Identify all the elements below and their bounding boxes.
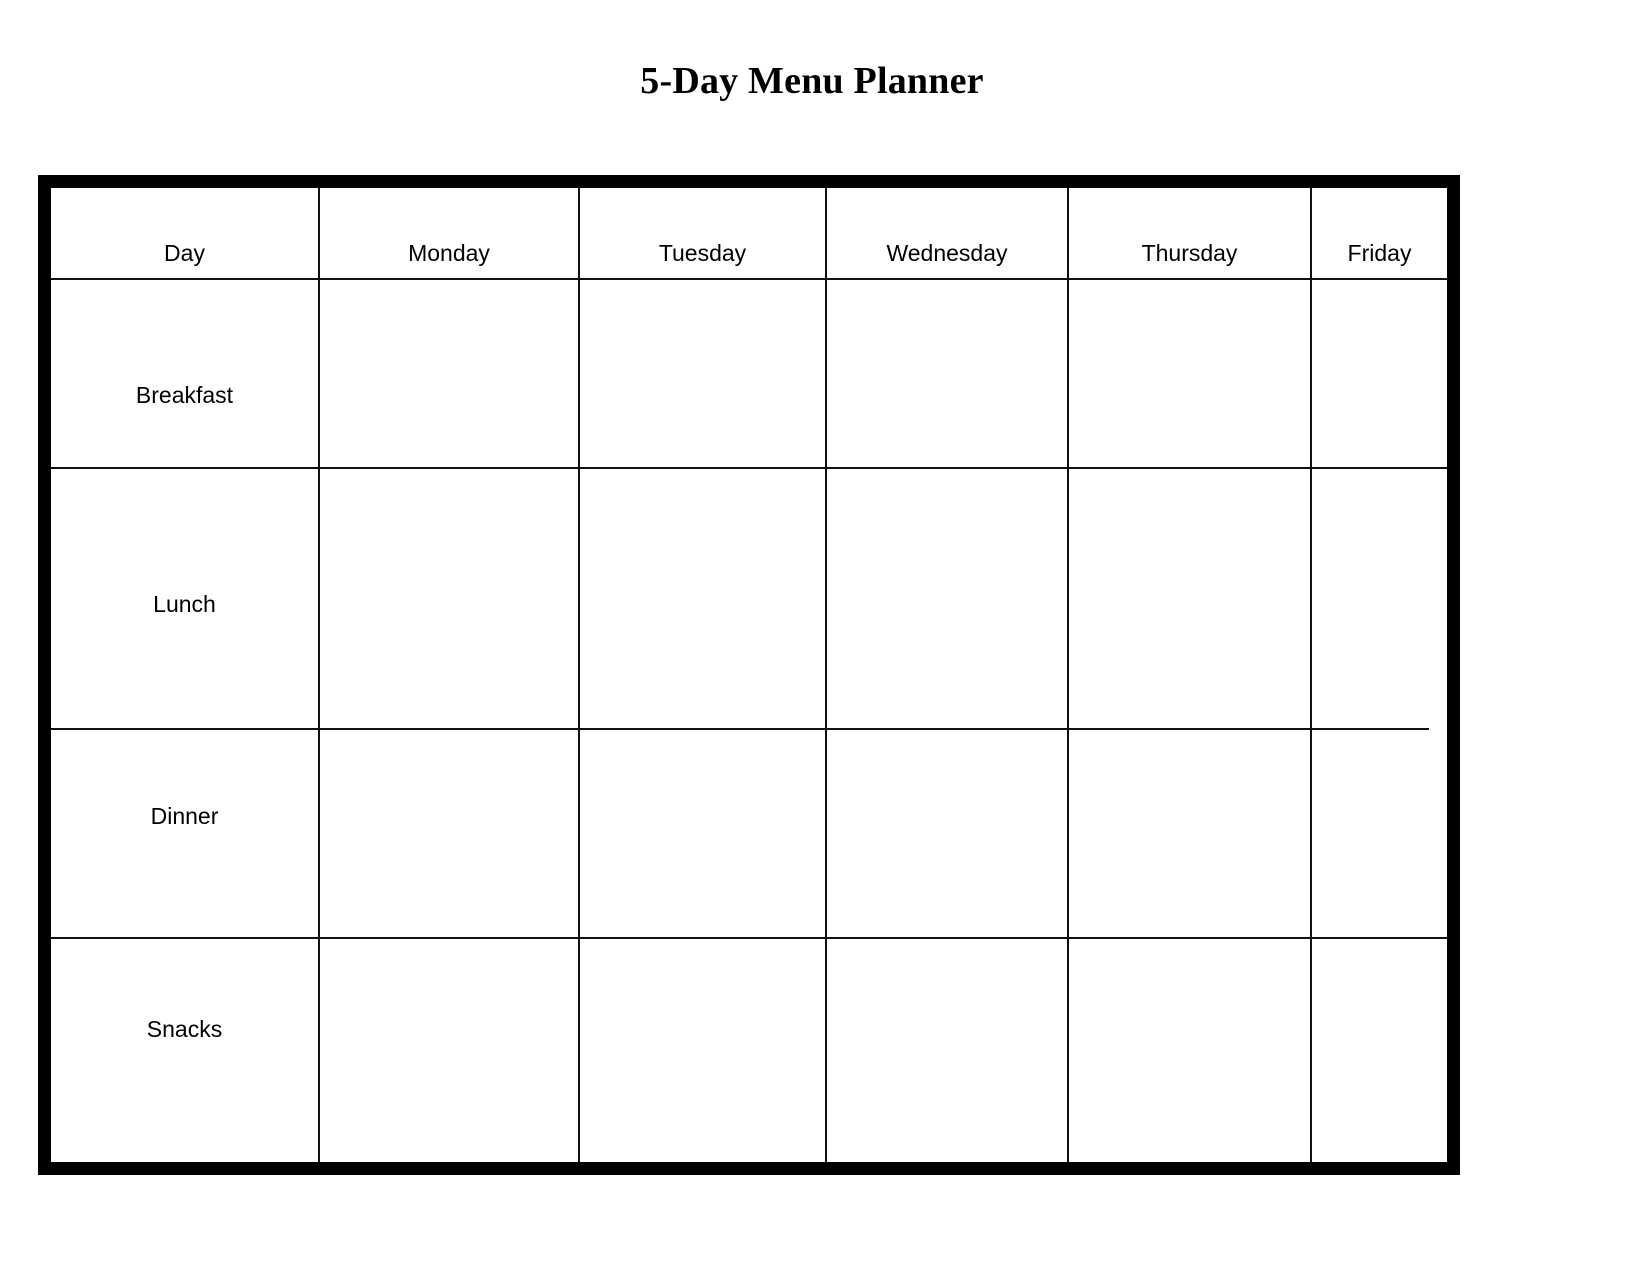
- day-header-friday: Friday: [1312, 188, 1447, 278]
- day-header-tuesday: Tuesday: [580, 188, 825, 278]
- planner-cell[interactable]: [1069, 469, 1310, 728]
- day-header-label: Thursday: [1141, 240, 1238, 266]
- day-header-label: Wednesday: [886, 240, 1008, 266]
- planner-cell[interactable]: [827, 280, 1067, 467]
- planner-cell[interactable]: [580, 280, 825, 467]
- day-header-monday: Monday: [320, 188, 578, 278]
- day-header-label: Friday: [1347, 240, 1412, 266]
- planner-cell[interactable]: [1312, 730, 1447, 937]
- planner-cell[interactable]: [1312, 939, 1447, 1162]
- planner-grid: Day Monday Tuesday Wednesday Thursday Fr…: [51, 188, 1447, 1162]
- meal-row-label-snacks: Snacks: [51, 939, 318, 1162]
- planner-cell[interactable]: [827, 939, 1067, 1162]
- menu-planner-table: Day Monday Tuesday Wednesday Thursday Fr…: [38, 175, 1460, 1175]
- planner-cell[interactable]: [1069, 280, 1310, 467]
- meal-row-label-breakfast: Breakfast: [51, 280, 318, 467]
- planner-cell[interactable]: [1312, 469, 1447, 728]
- meal-row-label-lunch: Lunch: [51, 469, 318, 728]
- planner-cell[interactable]: [320, 730, 578, 937]
- meal-row-label-dinner: Dinner: [51, 730, 318, 937]
- meal-row-label: Dinner: [150, 803, 219, 829]
- day-header-thursday: Thursday: [1069, 188, 1310, 278]
- planner-cell[interactable]: [580, 730, 825, 937]
- day-header-label: Tuesday: [658, 240, 747, 266]
- planner-cell[interactable]: [580, 469, 825, 728]
- planner-cell[interactable]: [827, 469, 1067, 728]
- day-header-wednesday: Wednesday: [827, 188, 1067, 278]
- corner-header-label: Day: [164, 240, 205, 266]
- planner-cell[interactable]: [580, 939, 825, 1162]
- meal-row-label: Lunch: [153, 591, 216, 617]
- planner-cell[interactable]: [1069, 730, 1310, 937]
- planner-cell[interactable]: [320, 469, 578, 728]
- planner-cell[interactable]: [1312, 280, 1447, 467]
- page-title: 5-Day Menu Planner: [640, 60, 984, 102]
- day-header-label: Monday: [408, 240, 490, 266]
- planner-cell[interactable]: [1069, 939, 1310, 1162]
- planner-cell[interactable]: [320, 280, 578, 467]
- meal-row-label: Snacks: [146, 1016, 223, 1042]
- meal-row-label: Breakfast: [135, 382, 234, 408]
- planner-cell[interactable]: [827, 730, 1067, 937]
- planner-cell[interactable]: [320, 939, 578, 1162]
- corner-header-cell: Day: [51, 188, 318, 278]
